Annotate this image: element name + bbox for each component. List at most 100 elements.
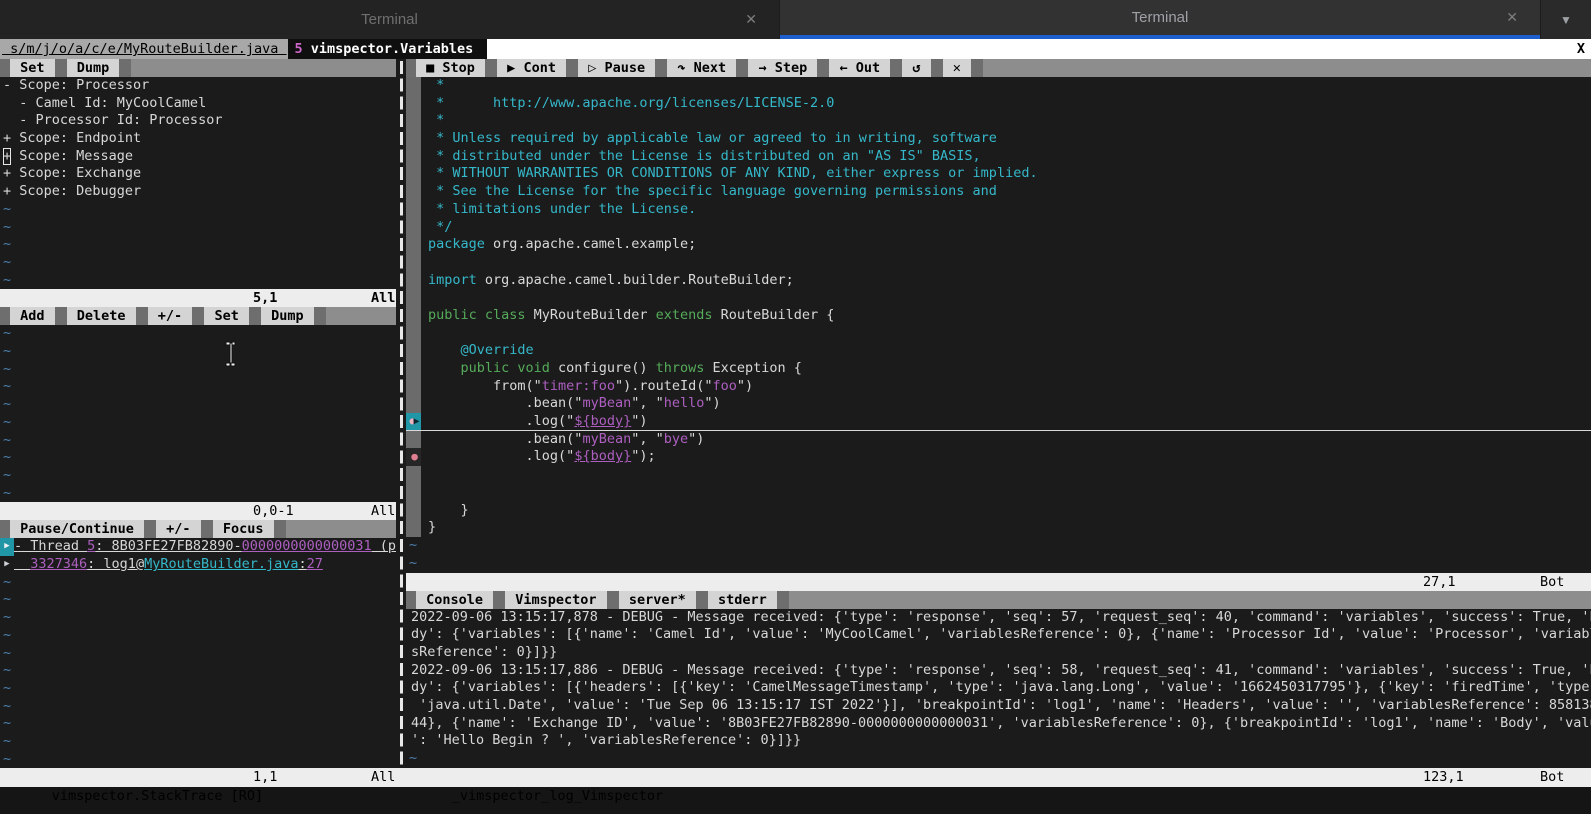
watches-delete-button[interactable]: Delete: [67, 307, 136, 325]
debug-next-button[interactable]: ↷ Next: [667, 59, 736, 77]
variable-tree-item[interactable]: - Camel Id: MyCoolCamel: [0, 95, 396, 113]
code-line[interactable]: *: [406, 112, 1591, 130]
variable-tree-item[interactable]: - Processor Id: Processor: [0, 112, 396, 130]
code-line[interactable]: * http://www.apache.org/licenses/LICENSE…: [406, 95, 1591, 113]
button-label: Next: [686, 60, 735, 76]
code-line[interactable]: }: [406, 502, 1591, 520]
code-line[interactable]: * See the License for the specific langu…: [406, 183, 1591, 201]
stacktrace-+/--button[interactable]: +/-: [156, 520, 201, 538]
code-line[interactable]: from("timer:foo").routeId("foo"): [406, 378, 1591, 396]
code-line[interactable]: [406, 325, 1591, 343]
frame-arrow-icon: ▶: [0, 538, 14, 556]
code-line[interactable]: */: [406, 219, 1591, 237]
code-line[interactable]: * limitations under the License.: [406, 201, 1591, 219]
window-separator[interactable]: [396, 59, 406, 768]
debug-restart-button[interactable]: ↺: [902, 59, 930, 77]
vim-tab-variables[interactable]: 5 vimspector.Variables: [288, 39, 487, 59]
variable-tree-item[interactable]: + Scope: Message: [0, 148, 396, 166]
code-text: * limitations under the License.: [421, 201, 696, 219]
debug-close-button[interactable]: ✕: [943, 59, 971, 77]
debug-cont-button[interactable]: ▶ Cont: [497, 59, 566, 77]
watches-dump-button[interactable]: Dump: [261, 307, 314, 325]
code-line[interactable]: *: [406, 77, 1591, 95]
code-line[interactable]: public class MyRouteBuilder extends Rout…: [406, 307, 1591, 325]
code-line[interactable]: import org.apache.camel.builder.RouteBui…: [406, 272, 1591, 290]
text-segment: * limitations under the License.: [428, 201, 696, 217]
text-segment: ${body}: [574, 413, 631, 429]
empty-line: ~: [0, 751, 396, 768]
code-line[interactable]: [406, 289, 1591, 307]
output-tab-server*-button[interactable]: server*: [619, 591, 696, 609]
tilde-marker: ~: [0, 361, 11, 379]
tabline-close-button[interactable]: X: [1571, 39, 1591, 59]
variables-set-button[interactable]: Set: [10, 59, 55, 77]
code-text: from("timer:foo").routeId("foo"): [421, 378, 753, 396]
code-line[interactable]: [406, 254, 1591, 272]
code-text: * WITHOUT WARRANTIES OR CONDITIONS OF AN…: [421, 165, 1038, 183]
stacktrace-focus-button[interactable]: Focus: [213, 520, 274, 538]
code-line[interactable]: package org.apache.camel.example;: [406, 236, 1591, 254]
program-counter-breakpoint-icon: ●▶: [406, 413, 421, 430]
text-segment: * See the License for the specific langu…: [428, 183, 997, 199]
text-segment: 27: [307, 556, 323, 572]
variable-tree-item[interactable]: + Scope: Endpoint: [0, 130, 396, 148]
close-icon: ✕: [945, 60, 961, 76]
code-line[interactable]: * WITHOUT WARRANTIES OR CONDITIONS OF AN…: [406, 165, 1591, 183]
code-line[interactable]: public void configure() throws Exception…: [406, 360, 1591, 378]
stack-frame[interactable]: ▶ 3327346: log1@MyRouteBuilder.java:27: [0, 556, 396, 574]
code-line[interactable]: [406, 466, 1591, 484]
cont-icon: ▶: [499, 60, 515, 76]
debug-step-button[interactable]: → Step: [748, 59, 817, 77]
watches-+/--button[interactable]: +/-: [148, 307, 193, 325]
code-line[interactable]: @Override: [406, 342, 1591, 360]
debug-stop-button[interactable]: ■ Stop: [416, 59, 485, 77]
variables-dump-button[interactable]: Dump: [67, 59, 120, 77]
sign-column: [406, 95, 421, 113]
output-tab-console-button[interactable]: Console: [416, 591, 493, 609]
code-line[interactable]: ●▶ .log("${body}"): [406, 413, 1591, 431]
code-window[interactable]: * * http://www.apache.org/licenses/LICEN…: [406, 77, 1591, 573]
button-label: Pause: [596, 60, 653, 76]
statusline-ruler: 0,0-1: [253, 502, 294, 520]
tilde-marker: ~: [0, 236, 11, 254]
statusline-buffer-name: _vimspector_log_Vimspector: [445, 788, 663, 804]
vim-tab-myroutebuilder[interactable]: s/m/j/o/a/c/e/MyRouteBuilder.java: [0, 39, 288, 59]
stacktrace-pause/continue-button[interactable]: Pause/Continue: [10, 520, 144, 538]
output-tab-stderr-button[interactable]: stderr: [708, 591, 777, 609]
winbar-fill: [131, 59, 396, 77]
variable-tree-item[interactable]: + Scope: Exchange: [0, 165, 396, 183]
code-line[interactable]: }: [406, 519, 1591, 537]
sign-column: [406, 519, 421, 537]
tilde-marker: ~: [0, 627, 11, 645]
sign-column: [406, 201, 421, 219]
debug-pause-button[interactable]: ▷ Pause: [578, 59, 655, 77]
sign-column: [406, 254, 421, 272]
stacktrace-statusline: vimspector.StackTrace [RO] 1,1 All: [0, 768, 396, 787]
block-cursor: +: [3, 148, 11, 166]
code-line[interactable]: * distributed under the License is distr…: [406, 148, 1591, 166]
debug-out-button[interactable]: ← Out: [829, 59, 890, 77]
text-segment: - Thread: [14, 538, 87, 554]
tab-close-icon[interactable]: ✕: [745, 11, 757, 28]
code-text: }: [421, 502, 469, 520]
button-label: Step: [767, 60, 816, 76]
code-line[interactable]: [406, 484, 1591, 502]
code-line[interactable]: ● .log("${body}");: [406, 448, 1591, 466]
variable-tree-item[interactable]: - Scope: Processor: [0, 77, 396, 95]
terminal-tab-2[interactable]: Terminal ✕: [780, 0, 1540, 39]
text-segment: * Unless required by applicable law or a…: [428, 130, 997, 146]
stack-frame[interactable]: ▶- Thread 5: 8B03FE27FB82890-00000000000…: [0, 538, 396, 556]
tab-close-icon[interactable]: ✕: [1506, 9, 1518, 26]
watches-add-button[interactable]: Add: [10, 307, 55, 325]
variable-tree-item[interactable]: + Scope: Debugger: [0, 183, 396, 201]
code-line[interactable]: * Unless required by applicable law or a…: [406, 130, 1591, 148]
text-segment: ");: [631, 448, 655, 464]
code-line[interactable]: .bean("myBean", "bye"): [406, 431, 1591, 449]
code-line[interactable]: .bean("myBean", "hello"): [406, 395, 1591, 413]
terminal-tab-1[interactable]: Terminal ✕: [0, 0, 780, 39]
empty-line: ~: [0, 698, 396, 716]
tab-list-dropdown[interactable]: ▼: [1540, 0, 1591, 39]
output-tab-vimspector-button[interactable]: Vimspector: [505, 591, 607, 609]
text-segment: + Scope: Endpoint: [3, 130, 141, 148]
watches-set-button[interactable]: Set: [204, 307, 249, 325]
